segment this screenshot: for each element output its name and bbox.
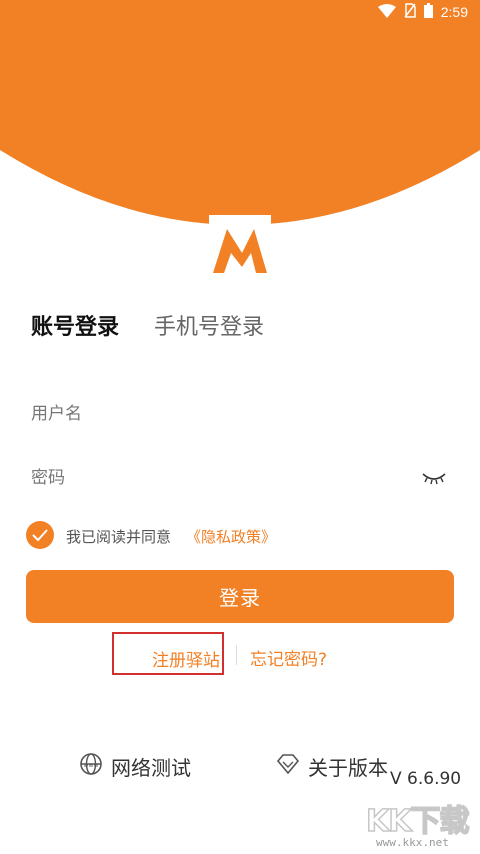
register-link[interactable]: 注册驿站 [152, 646, 220, 671]
agreement-text: 我已阅读并同意 [66, 528, 172, 546]
watermark-url-text: www.kkx.net [376, 836, 449, 849]
check-icon [32, 529, 48, 541]
header-background [0, 0, 480, 224]
privacy-policy-link[interactable]: 《隐私政策》 [186, 526, 276, 547]
username-input[interactable] [31, 394, 401, 434]
battery-icon [423, 2, 433, 22]
network-test-label: 网络测试 [111, 756, 191, 780]
version-text: V 6.6.90 [390, 769, 462, 789]
tab-account-login[interactable]: 账号登录 [31, 309, 119, 341]
globe-icon: www [79, 752, 103, 781]
eye-closed-icon[interactable] [421, 470, 447, 486]
agreement-checkbox[interactable] [26, 521, 54, 549]
password-field[interactable] [31, 458, 451, 498]
watermark-logo: KK下载 www.kkx.net [365, 796, 478, 854]
diamond-icon [276, 752, 300, 781]
network-test-button[interactable]: www 网络测试 [79, 752, 191, 781]
wifi-icon [377, 3, 396, 22]
about-version-label: 关于版本 [308, 756, 388, 780]
svg-text:www: www [84, 762, 99, 769]
forgot-password-link[interactable]: 忘记密码? [250, 645, 327, 670]
link-divider [236, 645, 237, 665]
about-version-button[interactable]: 关于版本 [276, 752, 388, 781]
password-input[interactable] [31, 458, 401, 498]
login-button[interactable]: 登录 [26, 570, 454, 623]
no-sim-icon [404, 2, 416, 22]
app-logo [209, 215, 271, 277]
tab-phone-login[interactable]: 手机号登录 [154, 309, 264, 341]
register-link-highlight[interactable]: 注册驿站 [112, 632, 224, 675]
username-field[interactable] [31, 394, 451, 434]
status-bar: 2:59 [0, 0, 480, 24]
status-time: 2:59 [440, 4, 468, 20]
watermark-main-text: KK下载 [365, 803, 470, 840]
